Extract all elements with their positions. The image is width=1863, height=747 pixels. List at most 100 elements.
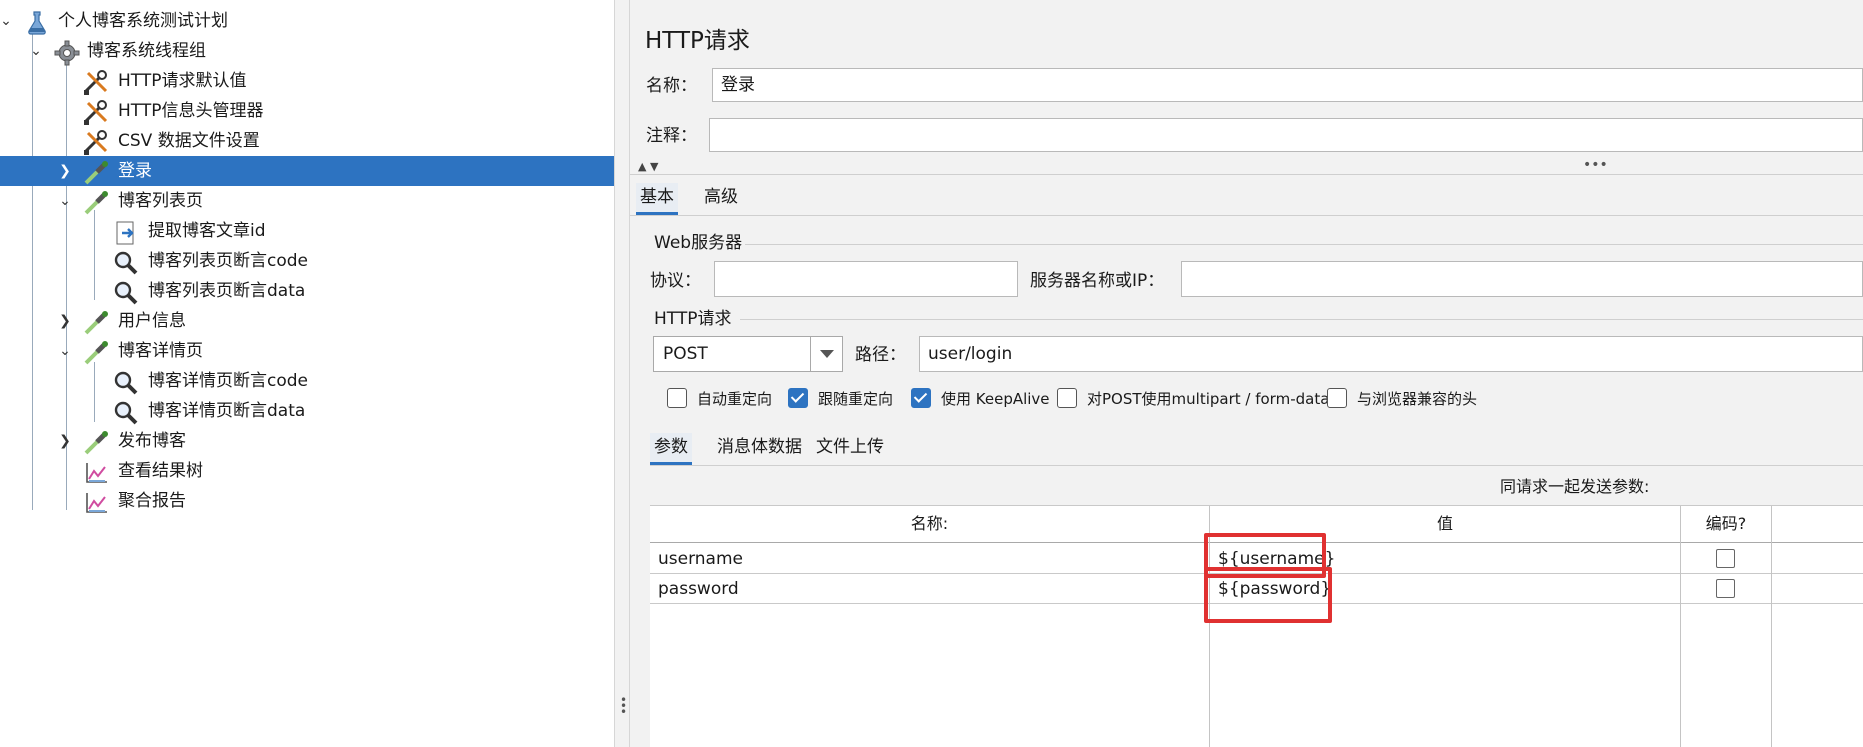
auto-redirect-label: 自动重定向 <box>697 390 773 408</box>
group-border <box>745 244 1863 245</box>
tree-item-label: 博客列表页断言code <box>148 251 308 271</box>
chevron-right-icon[interactable]: ❯ <box>56 162 74 180</box>
encode-checkbox[interactable] <box>1716 549 1735 568</box>
keepalive-checkbox[interactable] <box>911 388 931 408</box>
column-separator <box>1680 506 1681 747</box>
method-select[interactable]: POST <box>653 336 843 372</box>
tab-advanced[interactable]: 高级 <box>700 183 742 215</box>
pipette-icon <box>82 159 108 185</box>
tree-item-http-defaults[interactable]: HTTP请求默认值 <box>0 66 614 96</box>
name-field[interactable]: 登录 <box>712 68 1863 102</box>
protocol-label: 协议： <box>650 271 701 291</box>
test-plan-icon <box>24 9 50 35</box>
panel-title: HTTP请求 <box>645 28 750 54</box>
tree-item-label: 博客列表页 <box>118 191 203 211</box>
pipette-icon <box>82 429 108 455</box>
pipette-icon <box>82 339 108 365</box>
tree-item-label: 个人博客系统测试计划 <box>58 11 228 31</box>
tab-parameters[interactable]: 参数 <box>650 433 692 465</box>
tree-item-detail-assert-code[interactable]: 博客详情页断言code <box>0 366 614 396</box>
tree-item-csv-config[interactable]: CSV 数据文件设置 <box>0 126 614 156</box>
tree-item-publish-blog[interactable]: ❯ 发布博客 <box>0 426 614 456</box>
tree-item-assert-data[interactable]: 博客列表页断言data <box>0 276 614 306</box>
tree-item-user-info[interactable]: ❯ 用户信息 <box>0 306 614 336</box>
tree-item-label: 博客详情页 <box>118 341 203 361</box>
tree-item-aggregate-report[interactable]: 聚合报告 <box>0 486 614 516</box>
chevron-down-icon[interactable]: ⌄ <box>0 12 15 30</box>
chevron-down-icon[interactable]: ⌄ <box>56 342 74 360</box>
column-header-encode[interactable]: 编码? <box>1681 506 1771 543</box>
test-plan-tree: ⌄ 个人博客系统测试计划 ⌄ 博客系统线程组 HTTP请求默认值 HTTP信息头… <box>0 0 614 747</box>
divider-handle-icon[interactable]: ••• <box>1583 158 1608 172</box>
protocol-field[interactable] <box>714 261 1018 297</box>
wrench-icon <box>82 99 108 125</box>
chevron-down-icon[interactable]: ⌄ <box>56 192 74 210</box>
group-border <box>740 319 1863 320</box>
drag-handle-icon[interactable]: • • • <box>620 694 627 718</box>
web-server-group-title: Web服务器 <box>654 233 743 253</box>
method-value: POST <box>663 344 708 364</box>
graph-icon <box>82 489 108 515</box>
follow-redirect-checkbox[interactable] <box>788 388 808 408</box>
browser-headers-checkbox[interactable] <box>1327 388 1347 408</box>
comment-label: 注释： <box>646 126 697 146</box>
auto-redirect-checkbox[interactable] <box>667 388 687 408</box>
comment-field[interactable] <box>709 118 1863 152</box>
tree-item-login[interactable]: ❯ 登录 <box>0 156 614 186</box>
server-name-field[interactable] <box>1181 261 1863 297</box>
param-name-cell[interactable]: password <box>650 574 1209 604</box>
tree-item-label: 查看结果树 <box>118 461 203 481</box>
tree-item-label: HTTP请求默认值 <box>118 71 247 91</box>
column-header-extra[interactable] <box>1772 506 1863 543</box>
wrench-icon <box>82 129 108 155</box>
tree-item-results-tree[interactable]: 查看结果树 <box>0 456 614 486</box>
browser-headers-label: 与浏览器兼容的头 <box>1357 390 1478 408</box>
tree-item-label: 博客系统线程组 <box>87 41 206 61</box>
pane-splitter[interactable]: • • • <box>614 0 630 747</box>
collapse-arrows[interactable]: ▲ ▼ <box>638 160 678 174</box>
highlight-box <box>1204 567 1332 623</box>
tree-item-label: 博客详情页断言data <box>148 401 306 421</box>
tree-item-label: 发布博客 <box>118 431 186 451</box>
tab-body-data[interactable]: 消息体数据 <box>713 433 806 465</box>
tree-item-blog-detail[interactable]: ⌄ 博客详情页 <box>0 336 614 366</box>
encode-checkbox[interactable] <box>1716 579 1735 598</box>
wrench-icon <box>82 69 108 95</box>
name-label: 名称： <box>646 76 697 96</box>
param-name-cell[interactable]: username <box>650 544 1209 574</box>
pipette-icon <box>82 309 108 335</box>
multipart-label: 对POST使用multipart / form-data <box>1087 390 1330 408</box>
tree-item-test-plan[interactable]: ⌄ 个人博客系统测试计划 <box>0 6 614 36</box>
magnifier-icon <box>112 249 138 275</box>
multipart-checkbox[interactable] <box>1057 388 1077 408</box>
chevron-down-icon[interactable]: ⌄ <box>27 42 45 60</box>
params-caption: 同请求一起发送参数: <box>1500 477 1650 496</box>
tree-item-blog-list[interactable]: ⌄ 博客列表页 <box>0 186 614 216</box>
tab-underline <box>630 215 1863 216</box>
tree-item-label: 博客详情页断言code <box>148 371 308 391</box>
chevron-right-icon[interactable]: ❯ <box>56 432 74 450</box>
tree-item-label: 登录 <box>118 161 152 181</box>
extractor-icon <box>112 219 138 245</box>
http-request-group-title: HTTP请求 <box>654 309 732 329</box>
column-header-name[interactable]: 名称: <box>650 506 1209 543</box>
tab-file-upload[interactable]: 文件上传 <box>812 433 888 465</box>
divider <box>630 174 1863 175</box>
tree-item-detail-assert-data[interactable]: 博客详情页断言data <box>0 396 614 426</box>
tree-item-thread-group[interactable]: ⌄ 博客系统线程组 <box>0 36 614 66</box>
tree-item-assert-code[interactable]: 博客列表页断言code <box>0 246 614 276</box>
magnifier-icon <box>112 279 138 305</box>
path-field[interactable]: user/login <box>919 336 1863 372</box>
tab-basic[interactable]: 基本 <box>636 183 678 215</box>
tree-item-header-manager[interactable]: HTTP信息头管理器 <box>0 96 614 126</box>
chevron-down-icon[interactable] <box>810 337 842 371</box>
tree-item-label: CSV 数据文件设置 <box>118 131 260 151</box>
graph-icon <box>82 459 108 485</box>
magnifier-icon <box>112 369 138 395</box>
tree-item-label: 博客列表页断言data <box>148 281 306 301</box>
tree-item-label: HTTP信息头管理器 <box>118 101 264 121</box>
tree-item-extract-id[interactable]: 提取博客文章id <box>0 216 614 246</box>
gear-icon <box>53 39 80 66</box>
sub-tab-underline <box>650 465 1863 466</box>
chevron-right-icon[interactable]: ❯ <box>56 312 74 330</box>
